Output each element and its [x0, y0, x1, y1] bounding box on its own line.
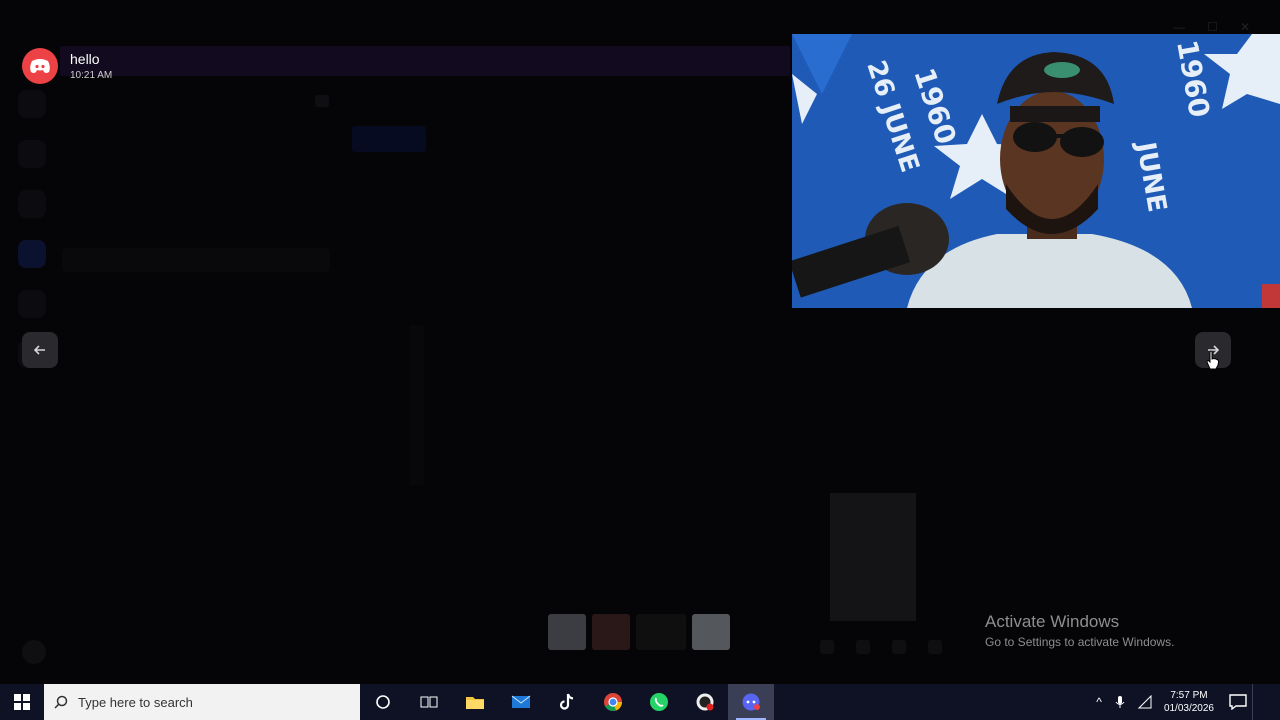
recorder-icon: [696, 693, 714, 711]
tiktok-icon: [559, 693, 574, 710]
chrome-button[interactable]: [590, 684, 636, 720]
discord-icon: [22, 48, 58, 84]
recorder-button[interactable]: [682, 684, 728, 720]
discord-taskbar-button[interactable]: [728, 684, 774, 720]
webcam-image: 26 JUNE 1960 1960 JUNE: [792, 34, 1280, 308]
chevron-up-icon[interactable]: ^: [1096, 695, 1102, 709]
activation-title: Activate Windows: [985, 612, 1120, 631]
show-desktop-button[interactable]: [1252, 684, 1280, 720]
thumbnail[interactable]: [636, 614, 686, 650]
search-icon: [54, 695, 68, 709]
bell-icon[interactable]: [315, 95, 329, 107]
cortana-button[interactable]: [360, 684, 406, 720]
clock-time: 7:57 PM: [1170, 690, 1208, 701]
clock[interactable]: 7:57 PM 01/03/2026: [1164, 689, 1214, 715]
tiktok-button[interactable]: [544, 684, 590, 720]
task-view-icon: [420, 696, 438, 708]
server-icon[interactable]: [18, 90, 46, 118]
taskbar: Type here to search ^ 7:57 PM 01/03/2026: [0, 684, 1280, 720]
control-icon[interactable]: [892, 640, 906, 654]
avatar[interactable]: [22, 640, 46, 664]
notification-icon: [1229, 694, 1247, 710]
windows-icon: [14, 694, 30, 710]
mail-button[interactable]: [498, 684, 544, 720]
mail-icon: [511, 695, 531, 708]
screen: — ☐ ✕ hello 10:21 AM 26 JUNE 1960 1960 J…: [0, 0, 1280, 720]
webcam-overlay: 26 JUNE 1960 1960 JUNE: [792, 34, 1280, 308]
thumbnail[interactable]: [692, 614, 730, 650]
window-controls: — ☐ ✕: [1173, 20, 1250, 34]
server-icon[interactable]: [18, 240, 46, 268]
network-icon[interactable]: [1137, 695, 1152, 709]
stream-thumbnails: [548, 614, 730, 650]
microphone-icon[interactable]: [1114, 695, 1126, 709]
discord-icon: [742, 693, 760, 711]
activation-subtitle: Go to Settings to activate Windows.: [985, 635, 1175, 649]
activation-watermark: Activate Windows Go to Settings to activ…: [985, 612, 1174, 649]
cortana-icon: [376, 695, 390, 709]
server-icon[interactable]: [18, 290, 46, 318]
thumbnail[interactable]: [592, 614, 630, 650]
start-button[interactable]: [0, 684, 44, 720]
notification-title: hello: [70, 51, 100, 67]
arrow-left-icon: [33, 345, 45, 355]
user-panel: [20, 630, 340, 674]
minimize-icon[interactable]: —: [1173, 20, 1185, 34]
whatsapp-icon: [650, 693, 668, 711]
action-center-button[interactable]: [1226, 690, 1250, 714]
server-icon[interactable]: [18, 140, 46, 168]
thumbnail[interactable]: [548, 614, 586, 650]
file-explorer-button[interactable]: [452, 684, 498, 720]
search-placeholder: Type here to search: [78, 694, 193, 710]
control-icon[interactable]: [820, 640, 834, 654]
maximize-icon[interactable]: ☐: [1207, 20, 1218, 34]
whatsapp-button[interactable]: [636, 684, 682, 720]
voice-channel-row[interactable]: [62, 248, 330, 272]
taskbar-search-box[interactable]: Type here to search: [44, 684, 360, 720]
control-icon[interactable]: [928, 640, 942, 654]
control-icon[interactable]: [856, 640, 870, 654]
system-tray: ^ 7:57 PM 01/03/2026: [1096, 684, 1250, 720]
chrome-icon: [604, 693, 622, 712]
header-button[interactable]: [352, 126, 426, 152]
stream-preview: [830, 493, 916, 621]
close-icon[interactable]: ✕: [1240, 20, 1250, 34]
call-controls: [820, 640, 942, 654]
file-explorer-icon: [466, 697, 484, 709]
hand-cursor-icon: [1206, 350, 1219, 370]
notification-toast[interactable]: hello 10:21 AM: [20, 48, 220, 88]
notification-time: 10:21 AM: [70, 70, 113, 81]
server-icon[interactable]: [18, 190, 46, 218]
task-view-button[interactable]: [406, 684, 452, 720]
stage-divider: [410, 325, 424, 485]
clock-date: 01/03/2026: [1163, 703, 1214, 714]
previous-button[interactable]: [22, 332, 58, 368]
